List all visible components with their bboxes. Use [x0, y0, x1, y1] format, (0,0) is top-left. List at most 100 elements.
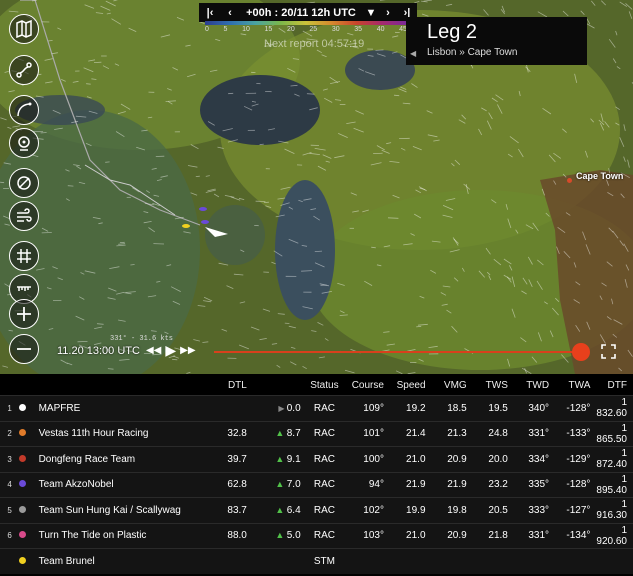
cell-color [19, 497, 35, 523]
wind-speed-scale: 0 5 10 15 20 25 30 35 40 45 [205, 21, 407, 35]
route-button[interactable] [9, 55, 39, 85]
table-row[interactable]: Team Brunel STM [0, 548, 633, 574]
trend-flat-icon: ▶ [278, 403, 287, 413]
cell-dtl: 88.0 [217, 522, 253, 549]
no-wind-button[interactable] [9, 168, 39, 198]
header-dtf[interactable]: DTF [596, 375, 633, 396]
cell-dtf: 1 916.30 [596, 497, 633, 523]
cell-course: 102° [348, 497, 390, 523]
rewind-icon[interactable]: ◀◀ [146, 345, 161, 356]
scale-tick: 25 [309, 26, 318, 33]
table-row[interactable]: 6 Turn The Tide on Plastic 88.0 ▲ 5.0 RAC 103… [0, 522, 633, 549]
team-color-dot [19, 556, 27, 564]
scale-tick: 5 [223, 26, 228, 33]
cell-dtl: 83.7 [217, 497, 253, 523]
cell-name: Vestas 11th Hour Racing [34, 420, 218, 447]
cell-twd: 335° [513, 471, 556, 498]
header-vmg[interactable]: VMG [431, 375, 473, 396]
cell-dtf [596, 548, 633, 574]
cell-tws: 21.8 [472, 522, 514, 549]
cell-rank: 6 [0, 522, 20, 549]
header-speed[interactable]: Speed [389, 375, 432, 396]
timeline-date: 11.20 13:00 UTC [57, 344, 140, 357]
collapse-arrow-icon[interactable]: ◀ [410, 49, 416, 58]
cell-status: RAC [306, 522, 349, 549]
cell-vmg: 20.9 [431, 446, 473, 472]
skip-back-button[interactable]: |‹ [199, 7, 221, 19]
header-dtl[interactable]: DTL [217, 375, 253, 396]
cell-twa: -133° [555, 420, 597, 447]
delta-value: 0.0 [286, 402, 301, 414]
compass-icon [18, 136, 30, 151]
fast-forward-icon[interactable]: ▶▶ [180, 345, 195, 356]
cell-status: RAC [306, 471, 349, 498]
cell-color [19, 420, 35, 447]
cell-rank: 5 [0, 497, 20, 523]
caret-down-icon[interactable]: ▼ [363, 7, 379, 19]
next-button[interactable]: › [379, 7, 397, 19]
cell-vmg: 19.8 [431, 497, 473, 523]
cell-course: 109° [348, 395, 390, 421]
team-color-dot [19, 480, 27, 488]
cell-name: Team Sun Hung Kai / Scallywag [34, 497, 218, 523]
scale-tick: 0 [205, 26, 209, 33]
trend-up-icon: ▲ [275, 453, 287, 464]
arc-button[interactable] [9, 95, 39, 125]
header-status[interactable]: Status [306, 375, 349, 396]
table-row[interactable]: 1 MAPFRE ▶ 0.0 RAC 109° 19.2 18.5 19.5 340° -128°… [0, 395, 633, 421]
playback-controls: 11.20 13:00 UTC ◀◀ ▶ ▶▶ [57, 342, 196, 359]
cell-vmg: 20.9 [431, 522, 473, 549]
cell-name: Team AkzoNobel [34, 471, 218, 498]
table-row[interactable]: 2 Vestas 11th Hour Racing 32.8 ▲ 8.7 RAC 101°… [0, 420, 633, 447]
cell-color [19, 522, 35, 549]
play-icon[interactable]: ▶ [165, 342, 176, 359]
cell-name: Dongfeng Race Team [34, 446, 218, 472]
fullscreen-icon[interactable] [601, 344, 616, 359]
cell-rank: 4 [0, 471, 20, 498]
header-course[interactable]: Course [348, 375, 390, 396]
leg-info-panel: Leg 2 ◀ Lisbon » Cape Town [406, 17, 587, 65]
cell-status: RAC [306, 395, 349, 421]
grid-icon [17, 249, 31, 263]
zoom-in-button[interactable] [9, 299, 39, 329]
cell-tws: 20.5 [472, 497, 514, 523]
grid-button[interactable] [9, 241, 39, 271]
compass-button[interactable] [9, 128, 39, 158]
cell-dtf: 1 832.60 [596, 395, 633, 421]
wind-map[interactable]: |‹ ‹ +00h : 20/11 12h UTC ▼ › ›| 0 5 10 … [0, 0, 633, 374]
cell-speed [389, 548, 432, 574]
cell-course: 94° [348, 471, 390, 498]
timeline-track[interactable] [214, 351, 582, 353]
time-label[interactable]: +00h : 20/11 12h UTC [239, 7, 363, 19]
prev-button[interactable]: ‹ [221, 7, 239, 19]
team-color-dot [19, 454, 27, 462]
table-row[interactable]: 5 Team Sun Hung Kai / Scallywag 83.7 ▲ 6.4 R… [0, 497, 633, 523]
header-twa[interactable]: TWA [555, 375, 597, 396]
table-row[interactable]: 3 Dongfeng Race Team 39.7 ▲ 9.1 RAC 100° 21.0 2… [0, 446, 633, 472]
cell-tws: 23.2 [472, 471, 514, 498]
scale-tick: 20 [286, 26, 295, 33]
cell-rank: 1 [0, 395, 20, 421]
wind-button[interactable] [9, 201, 39, 231]
cell-course [348, 548, 390, 574]
wind-scale-bar [205, 21, 407, 25]
ruler-icon [17, 286, 31, 291]
team-color-dot [19, 403, 27, 411]
cell-dtl: 39.7 [217, 446, 253, 472]
wind-scale-ticks: 0 5 10 15 20 25 30 35 40 45 [205, 26, 407, 33]
cell-twa: -128° [555, 395, 597, 421]
delta-value: 9.1 [286, 453, 301, 465]
cell-name: MAPFRE [34, 395, 218, 421]
map-layers-button[interactable] [9, 14, 39, 44]
cell-dtf: 1 865.50 [596, 420, 633, 447]
team-color-dot [19, 429, 27, 437]
cell-name: Team Brunel [34, 548, 218, 574]
zoom-out-button[interactable] [9, 334, 39, 364]
cell-course: 101° [348, 420, 390, 447]
header-twd[interactable]: TWD [513, 375, 556, 396]
cell-delta: ▲ 8.7 [252, 420, 307, 447]
header-tws[interactable]: TWS [472, 375, 514, 396]
timeline-knob[interactable] [572, 343, 590, 361]
trend-up-icon: ▲ [275, 428, 287, 439]
table-row[interactable]: 4 Team AkzoNobel 62.8 ▲ 7.0 RAC 94° 21.9 21.9 23… [0, 471, 633, 498]
